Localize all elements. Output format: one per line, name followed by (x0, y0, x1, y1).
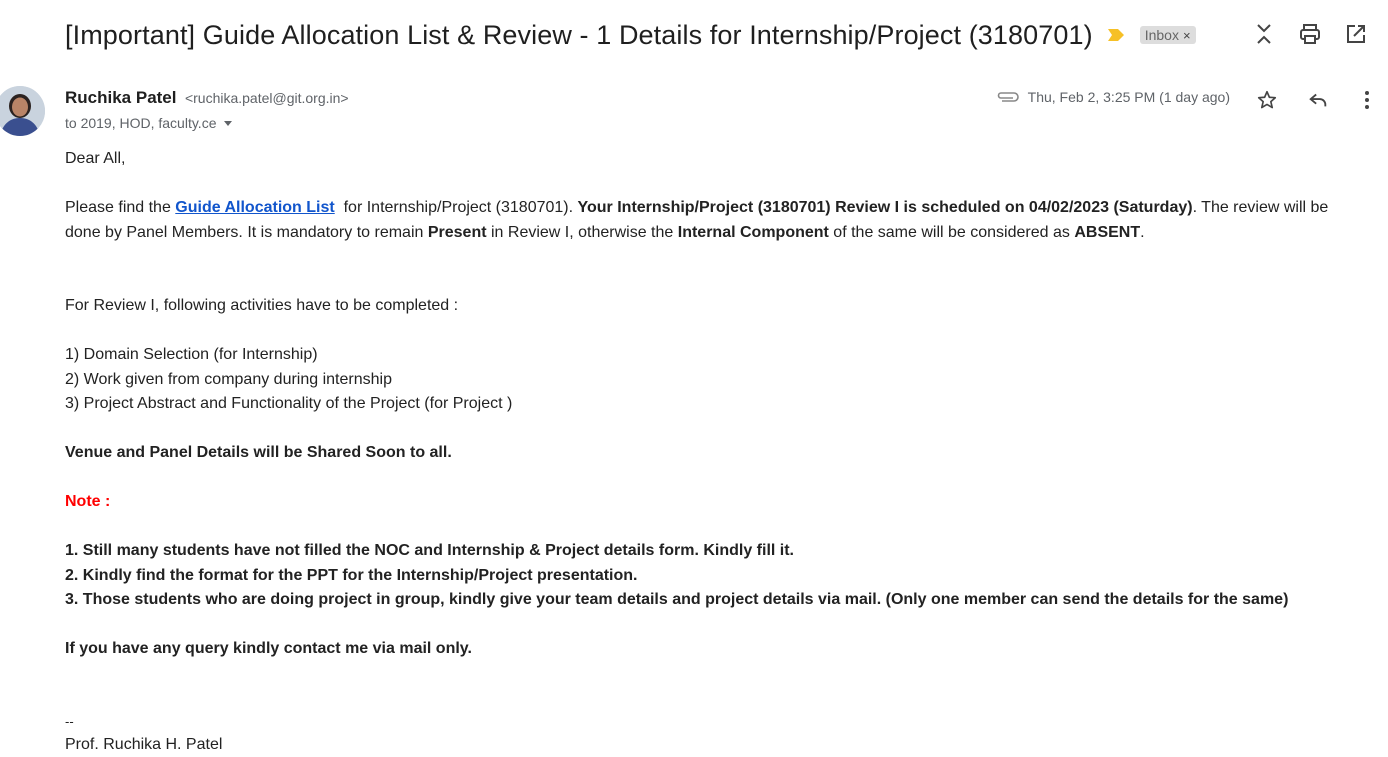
note-item: 3. Those students who are doing project … (65, 591, 1289, 608)
sender-name[interactable]: Ruchika Patel (65, 88, 177, 107)
message-meta: Thu, Feb 2, 3:25 PM (1 day ago) (996, 89, 1230, 105)
guide-allocation-link[interactable]: Guide Allocation List (175, 199, 334, 216)
more-vert-icon[interactable] (1355, 88, 1379, 112)
note-label: Note : (65, 493, 111, 510)
reply-icon[interactable] (1306, 88, 1330, 112)
p1-text: of the same will be considered as (828, 223, 1075, 241)
venue-text: Venue and Panel Details will be Shared S… (65, 444, 452, 461)
open-in-new-window-icon[interactable] (1344, 22, 1368, 46)
recipients-text: to 2019, HOD, faculty.ce (65, 115, 217, 131)
review-schedule: Your Internship/Project (3180701) Review… (577, 199, 1193, 216)
message-date: Thu, Feb 2, 3:25 PM (1 day ago) (1027, 89, 1230, 105)
activities-intro: For Review I, following activities have … (65, 297, 459, 314)
inbox-label-chip: Inbox × (1139, 26, 1196, 44)
caret-down-icon[interactable] (222, 117, 234, 129)
message-body: Dear All, Please find the Guide Allocati… (65, 147, 1365, 757)
recipients-line: to 2019, HOD, faculty.ce (65, 115, 234, 131)
importance-marker-icon[interactable] (1107, 26, 1125, 44)
email-subject: [Important] Guide Allocation List & Revi… (65, 19, 1093, 50)
p1-text: in Review I, otherwise the (486, 223, 678, 241)
attachment-icon (996, 90, 1020, 104)
sender-avatar[interactable] (0, 86, 45, 136)
activity-item: 1) Domain Selection (for Internship) (65, 346, 318, 363)
present-text: Present (427, 223, 487, 241)
label-text: Inbox (1144, 27, 1179, 43)
activity-item: 3) Project Abstract and Functionality of… (65, 395, 513, 412)
remove-label-button[interactable]: × (1183, 28, 1191, 43)
sender-email: <ruchika.patel@git.org.in> (184, 90, 349, 106)
activity-item: 2) Work given from company during intern… (65, 370, 392, 388)
p1-text: Please find the (65, 199, 176, 216)
thread-actions (1248, 20, 1388, 50)
signature: Prof. Ruchika H. Patel (65, 735, 223, 753)
internal-component-text: Internal Component (677, 223, 829, 241)
note-item: 1. Still many students have not filled t… (65, 542, 794, 559)
greeting: Dear All, (65, 150, 126, 167)
p1-text: . (1140, 223, 1145, 241)
print-icon[interactable] (1298, 22, 1322, 46)
subject-row: [Important] Guide Allocation List & Revi… (65, 16, 1196, 54)
star-icon[interactable] (1255, 88, 1279, 112)
contact-text: If you have any query kindly contact me … (65, 640, 472, 657)
paragraph-guide: Please find the Guide Allocation List fo… (65, 196, 1365, 245)
expand-collapse-icon[interactable] (1252, 22, 1276, 46)
signature-separator: -- (65, 713, 74, 729)
p1-text: for Internship/Project (3180701). (334, 199, 578, 216)
sender-line: Ruchika Patel <ruchika.patel@git.org.in> (65, 88, 349, 108)
absent-text: ABSENT (1074, 223, 1141, 241)
note-item: 2. Kindly find the format for the PPT fo… (65, 566, 638, 584)
